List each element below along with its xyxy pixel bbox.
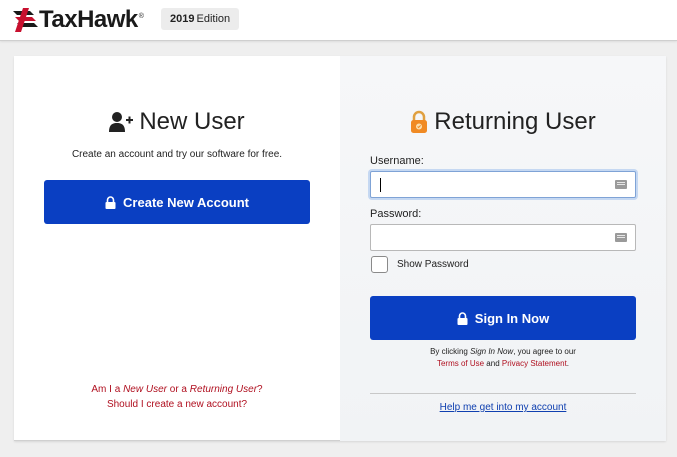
user-plus-icon xyxy=(109,111,134,133)
new-user-subtitle: Create an account and try our software f… xyxy=(71,149,283,160)
keyboard-icon[interactable] xyxy=(615,180,627,189)
returning-user-panel: Returning User Username: Password: Show … xyxy=(340,56,666,441)
top-bar: TaxHawk® 2019 Edition xyxy=(0,0,677,41)
create-account-label: Create New Account xyxy=(123,194,249,210)
edition-label: Edition xyxy=(196,13,231,25)
text-caret xyxy=(380,178,381,192)
brand-name: TaxHawk® xyxy=(39,6,144,33)
taxhawk-logo-icon xyxy=(12,8,38,32)
create-account-question[interactable]: Should I create a new account? xyxy=(14,397,340,412)
username-input[interactable] xyxy=(370,171,636,198)
divider xyxy=(370,393,636,394)
lock-icon xyxy=(457,311,468,325)
keyboard-icon[interactable] xyxy=(615,233,627,242)
returning-user-title: Returning User xyxy=(434,108,596,135)
privacy-statement-link[interactable]: Privacy Statement xyxy=(502,359,567,368)
new-user-heading: New User xyxy=(14,108,340,136)
lock-icon xyxy=(105,195,116,209)
sign-in-button[interactable]: Sign In Now xyxy=(370,296,636,340)
returning-user-heading: Returning User xyxy=(340,108,666,136)
new-user-title: New User xyxy=(139,108,245,135)
show-password-checkbox[interactable] xyxy=(371,256,388,273)
edition-year: 2019 xyxy=(170,13,195,25)
padlock-icon xyxy=(410,110,428,134)
login-card: New User Create an account and try our s… xyxy=(14,56,666,441)
taxhawk-logo[interactable]: TaxHawk® xyxy=(12,5,144,35)
new-user-panel: New User Create an account and try our s… xyxy=(14,56,340,441)
show-password-label[interactable]: Show Password xyxy=(397,259,469,270)
sign-in-label: Sign In Now xyxy=(474,310,550,326)
edition-badge: 2019 Edition xyxy=(161,8,240,30)
password-input[interactable] xyxy=(370,224,636,251)
username-label: Username: xyxy=(370,155,424,167)
terms-of-use-link[interactable]: Terms of Use xyxy=(437,359,484,368)
password-label: Password: xyxy=(370,208,422,220)
create-account-button[interactable]: Create New Account xyxy=(44,180,310,224)
terms-notice: By clicking Sign In Now, you agree to ou… xyxy=(430,347,576,368)
account-help-question[interactable]: Am I a New User or a Returning User? Sho… xyxy=(14,382,340,412)
account-help-link[interactable]: Help me get into my account xyxy=(370,402,636,413)
